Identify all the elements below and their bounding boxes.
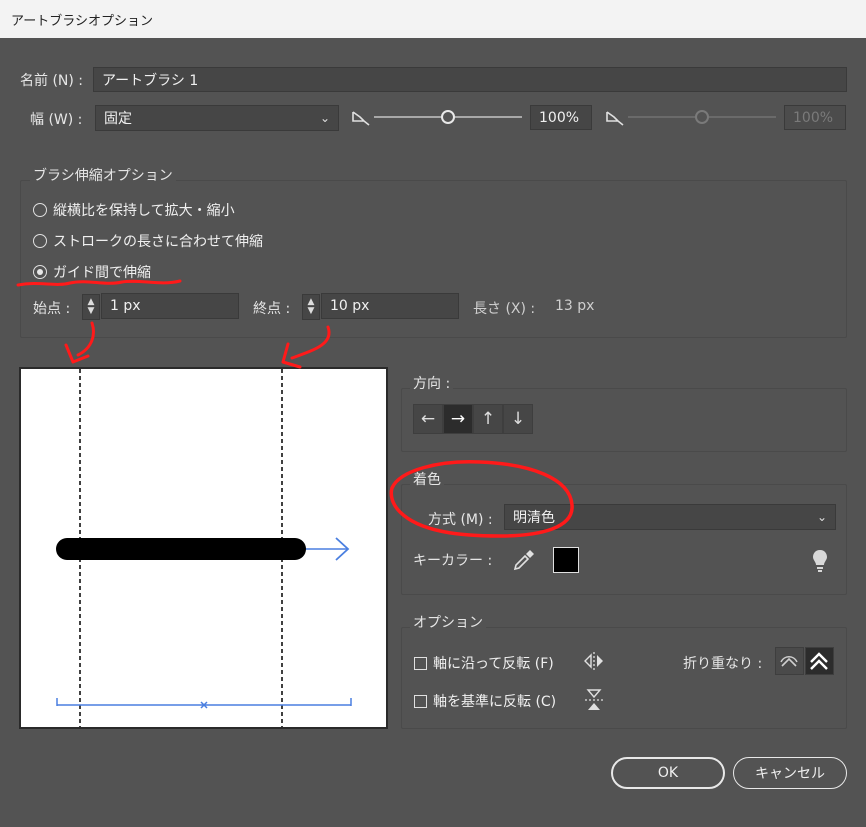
eyedropper-icon[interactable] bbox=[511, 549, 535, 573]
lightbulb-icon[interactable] bbox=[810, 548, 830, 574]
brush-scale-title: ブラシ伸縮オプション bbox=[30, 165, 176, 185]
width-min-icon-2 bbox=[606, 111, 624, 126]
width-select-value: 固定 bbox=[104, 111, 132, 127]
options-title: オプション bbox=[410, 612, 486, 632]
options-group bbox=[401, 627, 847, 729]
direction-title: 方向 : bbox=[410, 373, 454, 393]
flip-across-checkbox[interactable]: 軸を基準に反転 (C) bbox=[414, 691, 556, 711]
radio-fit-stroke[interactable]: ストロークの長さに合わせて伸縮 bbox=[33, 231, 263, 251]
radio-keep-aspect[interactable]: 縦横比を保持して拡大・縮小 bbox=[33, 200, 235, 220]
colorization-title: 着色 bbox=[410, 469, 444, 489]
checkbox-label: 軸に沿って反転 (F) bbox=[433, 656, 554, 672]
radio-indicator[interactable] bbox=[33, 234, 47, 248]
name-input[interactable]: アートブラシ 1 bbox=[93, 67, 847, 92]
radio-label: ストロークの長さに合わせて伸縮 bbox=[53, 234, 263, 250]
checkbox-label: 軸を基準に反転 (C) bbox=[433, 694, 557, 710]
direction-down-button[interactable]: ↓ bbox=[503, 404, 533, 434]
direction-right-button[interactable]: → bbox=[443, 404, 473, 434]
colorization-group bbox=[401, 484, 847, 595]
method-label: 方式 (M) : bbox=[428, 512, 493, 528]
overlap-option-2-button[interactable] bbox=[805, 647, 834, 675]
brush-preview bbox=[19, 367, 388, 729]
start-input[interactable]: 1 px bbox=[101, 293, 239, 319]
flip-across-icon bbox=[585, 689, 603, 710]
preview-brush-stroke bbox=[56, 538, 306, 560]
flip-along-icon bbox=[584, 652, 603, 670]
width-label: 幅 (W) : bbox=[30, 112, 83, 128]
cancel-button[interactable]: キャンセル bbox=[733, 757, 847, 789]
checkbox-indicator[interactable] bbox=[414, 694, 427, 708]
end-stepper[interactable]: ▲ ▼ bbox=[302, 294, 320, 320]
start-stepper[interactable]: ▲ ▼ bbox=[82, 294, 100, 320]
key-color-swatch[interactable] bbox=[553, 547, 579, 573]
overlap-fold-icon bbox=[780, 656, 798, 667]
width-min-icon bbox=[352, 111, 370, 126]
start-label: 始点 : bbox=[33, 301, 71, 317]
flip-along-checkbox[interactable]: 軸に沿って反転 (F) bbox=[414, 653, 554, 673]
overlap-option-1-button[interactable] bbox=[775, 647, 804, 675]
radio-label: ガイド間で伸縮 bbox=[53, 265, 151, 281]
window-title: アートブラシオプション bbox=[11, 14, 153, 29]
title-bar: アートブラシオプション bbox=[0, 0, 866, 38]
radio-label: 縦横比を保持して拡大・縮小 bbox=[53, 203, 235, 219]
method-select[interactable]: 明清色 ⌄ bbox=[504, 504, 836, 530]
width-slider-2 bbox=[628, 110, 776, 124]
width-select[interactable]: 固定 ⌄ bbox=[95, 105, 339, 131]
length-label: 長さ (X) : bbox=[473, 301, 536, 317]
name-label: 名前 (N) : bbox=[20, 73, 84, 89]
direction-left-button[interactable]: ← bbox=[413, 404, 443, 434]
overlap-label: 折り重なり : bbox=[683, 656, 763, 672]
radio-between-guides[interactable]: ガイド間で伸縮 bbox=[33, 262, 151, 282]
end-label: 終点 : bbox=[253, 301, 291, 317]
overlap-chevron-icon bbox=[810, 652, 828, 670]
ok-button[interactable]: OK bbox=[611, 757, 725, 789]
radio-indicator-selected[interactable] bbox=[33, 265, 47, 279]
direction-buttons: ← → ↑ ↓ bbox=[413, 404, 533, 434]
chevron-down-icon: ⌄ bbox=[816, 510, 827, 524]
direction-up-button[interactable]: ↑ bbox=[473, 404, 503, 434]
end-input[interactable]: 10 px bbox=[321, 293, 459, 319]
width-slider-2-value: 100% bbox=[784, 105, 846, 130]
width-slider-1[interactable] bbox=[374, 106, 524, 128]
method-select-value: 明清色 bbox=[513, 510, 555, 526]
checkbox-indicator[interactable] bbox=[414, 656, 427, 670]
key-color-label: キーカラー : bbox=[413, 553, 493, 569]
radio-indicator[interactable] bbox=[33, 203, 47, 217]
chevron-down-icon: ⌄ bbox=[319, 111, 330, 125]
length-value: 13 px bbox=[555, 298, 595, 314]
width-slider-1-value[interactable]: 100% bbox=[530, 105, 592, 130]
preview-canvas bbox=[56, 369, 352, 727]
